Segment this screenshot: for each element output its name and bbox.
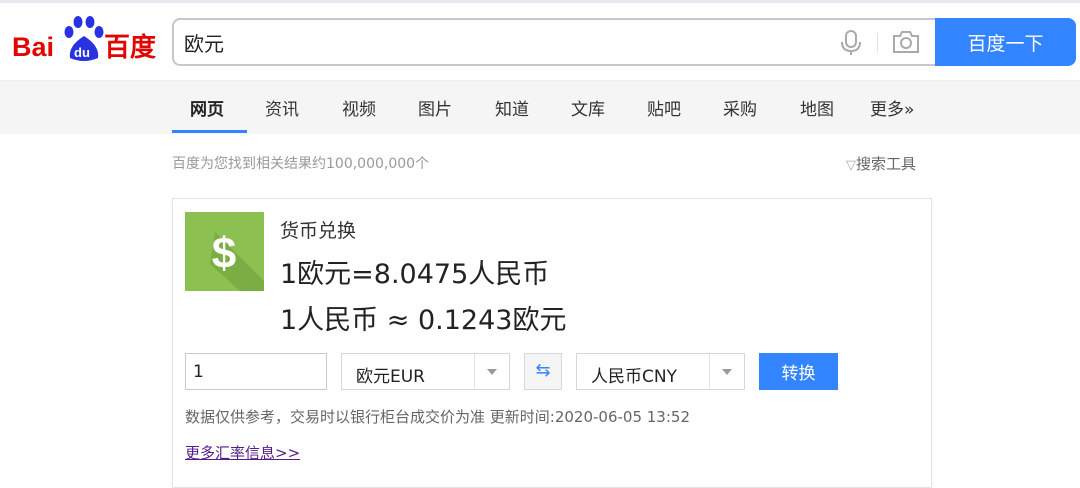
- dollar-icon: $: [185, 212, 264, 291]
- search-button[interactable]: 百度一下: [935, 18, 1076, 66]
- to-currency-select[interactable]: 人民币CNY: [576, 353, 745, 390]
- active-tab-indicator: [172, 130, 247, 133]
- tab-purchase[interactable]: 采购: [723, 95, 757, 120]
- more-rates-link[interactable]: 更多汇率信息>>: [185, 442, 300, 463]
- result-count: 百度为您找到相关结果约100,000,000个: [172, 156, 430, 172]
- svg-text:Bai: Bai: [12, 32, 54, 62]
- tab-web[interactable]: 网页: [190, 95, 224, 120]
- rate-eur-to-cny: 1欧元=8.0475人民币: [280, 259, 550, 290]
- divider: [877, 33, 878, 53]
- tab-zhidao[interactable]: 知道: [495, 95, 529, 120]
- search-input[interactable]: [184, 30, 804, 54]
- convert-button[interactable]: 转换: [759, 353, 838, 390]
- amount-input[interactable]: [185, 353, 327, 390]
- rate-cny-to-eur: 1人民币 ≈ 0.1243欧元: [280, 305, 567, 336]
- swap-currencies-button[interactable]: ⇆: [524, 353, 562, 390]
- tab-tieba[interactable]: 贴吧: [647, 95, 681, 120]
- chevron-down-icon[interactable]: [709, 354, 744, 389]
- swap-icon: ⇆: [535, 360, 551, 381]
- converter-title: 货币兑换: [280, 220, 357, 242]
- baidu-logo[interactable]: Bai du 百度: [12, 14, 162, 64]
- disclaimer-text: 数据仅供参考，交易时以银行柜台成交价为准 更新时间:2020-06-05 13:…: [185, 408, 690, 426]
- tab-news[interactable]: 资讯: [265, 95, 299, 120]
- search-box[interactable]: [172, 18, 935, 66]
- to-currency-value: 人民币CNY: [591, 367, 677, 387]
- search-tools-label: 搜索工具: [856, 155, 917, 173]
- tab-images[interactable]: 图片: [418, 95, 452, 120]
- tab-more[interactable]: 更多»: [870, 95, 914, 120]
- camera-icon[interactable]: [892, 30, 920, 54]
- search-tools-button[interactable]: ▽搜索工具: [846, 153, 916, 174]
- microphone-icon[interactable]: [840, 30, 862, 56]
- tab-map[interactable]: 地图: [800, 95, 834, 120]
- from-currency-select[interactable]: 欧元EUR: [341, 353, 510, 390]
- svg-text:$: $: [212, 229, 236, 278]
- filter-icon: ▽: [846, 158, 856, 173]
- svg-text:百度: 百度: [104, 32, 156, 63]
- nav-bar: 网页 资讯 视频 图片 知道 文库 贴吧 采购 地图 更多»: [0, 80, 1080, 134]
- top-border: [0, 0, 1080, 3]
- tab-video[interactable]: 视频: [342, 95, 376, 120]
- from-currency-value: 欧元EUR: [356, 367, 425, 387]
- svg-text:du: du: [74, 45, 90, 60]
- tab-wenku[interactable]: 文库: [571, 95, 605, 120]
- chevron-down-icon[interactable]: [474, 354, 509, 389]
